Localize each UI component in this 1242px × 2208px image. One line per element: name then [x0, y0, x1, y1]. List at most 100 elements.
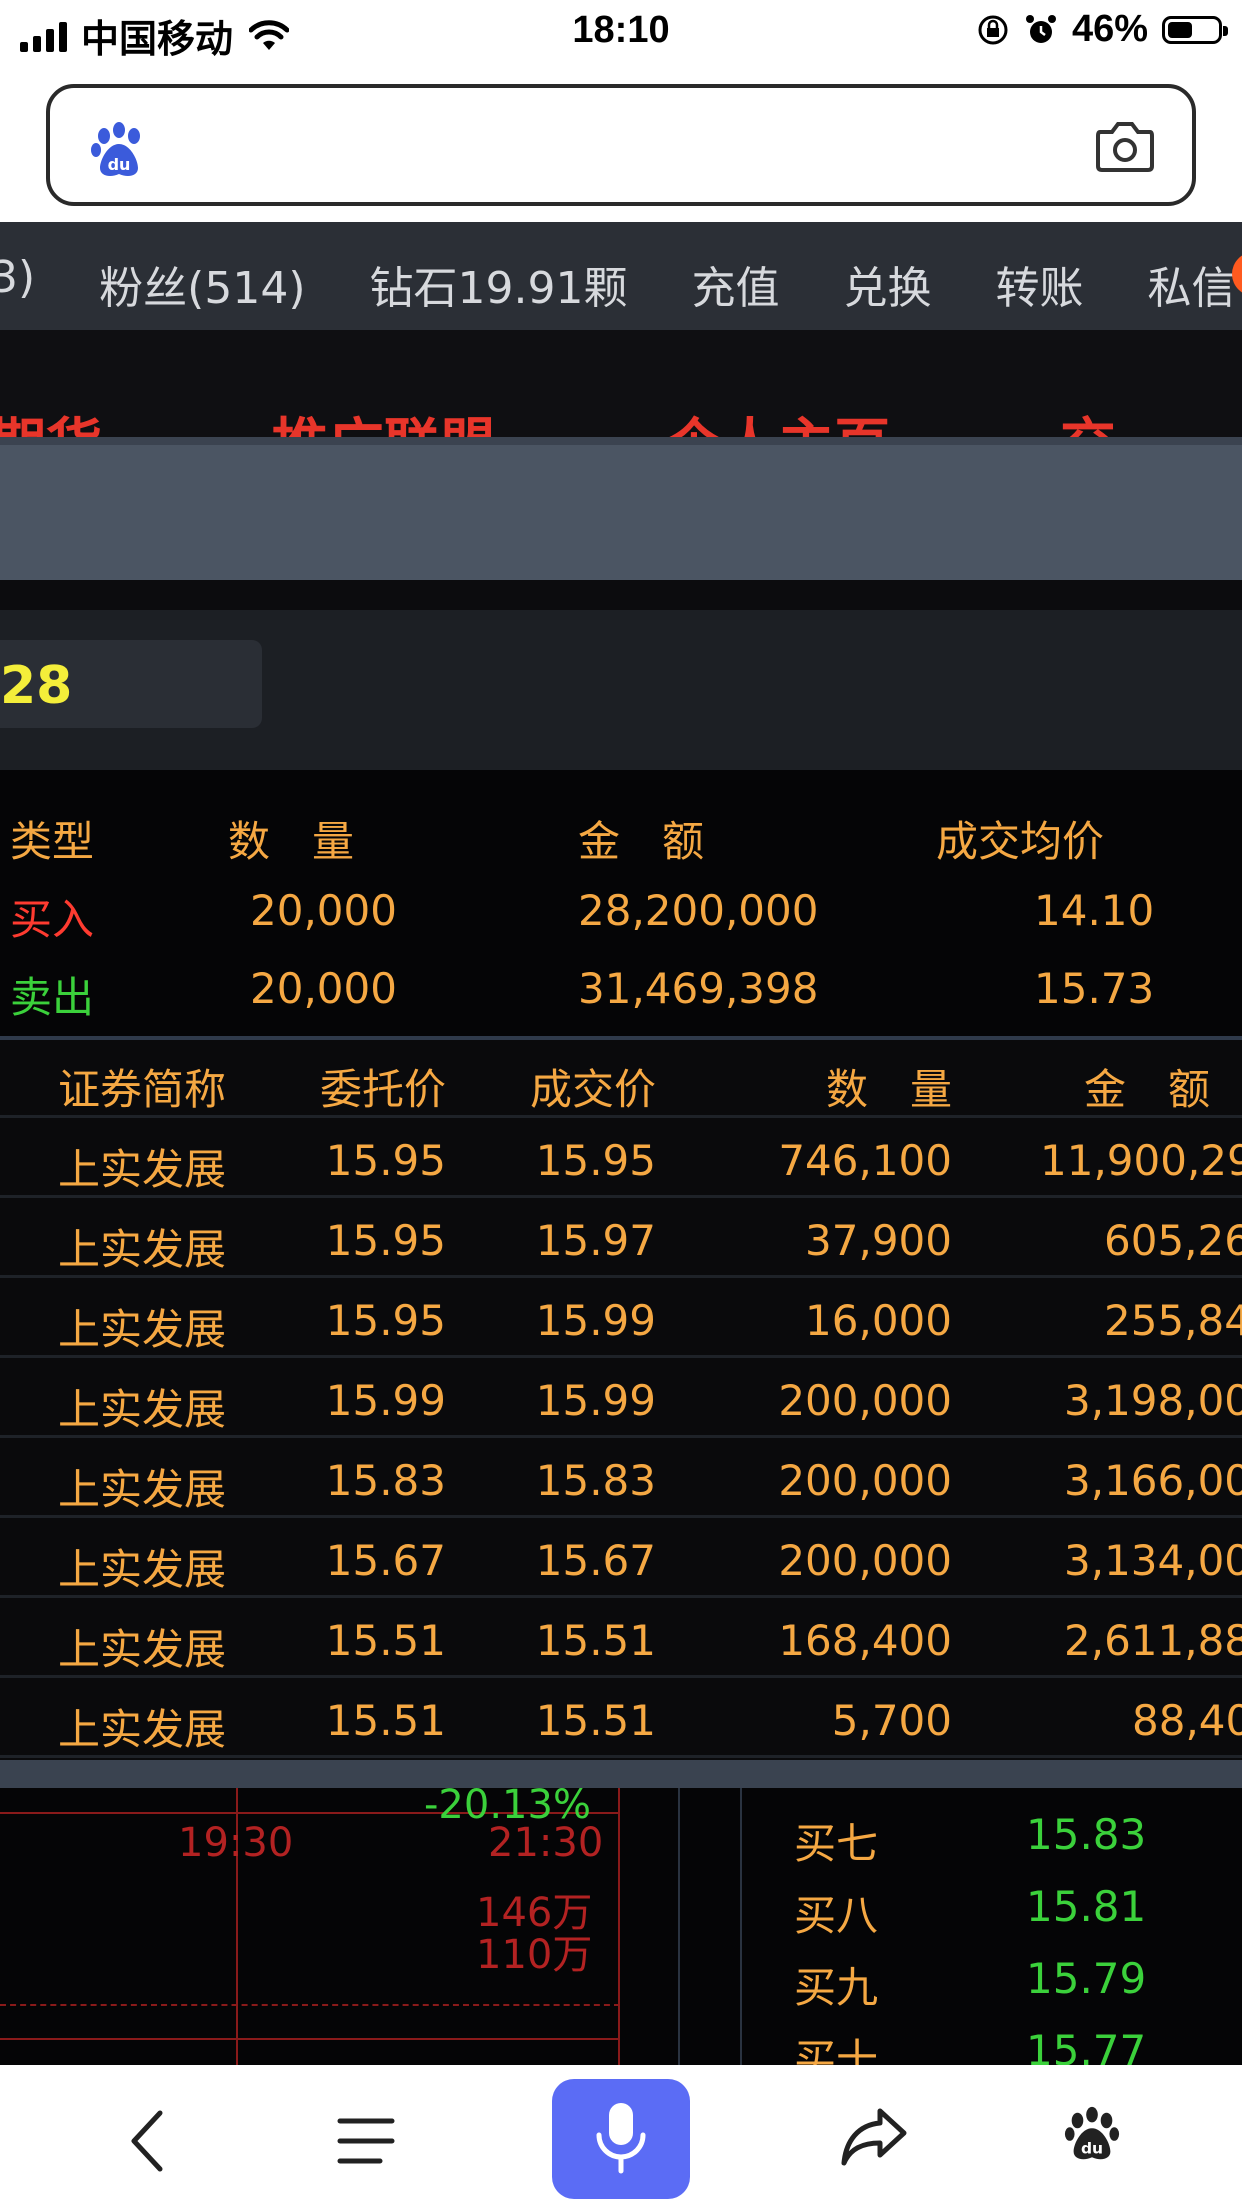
rotation-lock-icon: [978, 15, 1008, 44]
cell-qty: 16,000: [805, 1296, 952, 1345]
status-bar: 中国移动 18:10 46%: [0, 0, 1242, 62]
table-row[interactable]: 上实发展 15.95 15.97 37,900 605,26: [0, 1200, 1242, 1278]
summary-avg: 14.10: [1034, 886, 1155, 935]
cell-deal-price: 15.67: [535, 1536, 656, 1585]
cell-amount: 88,40: [1132, 1696, 1242, 1745]
share-icon[interactable]: [840, 2105, 908, 2169]
cell-name: 上实发展: [58, 1545, 227, 1594]
cell-amount: 605,26: [1104, 1216, 1242, 1265]
cell-amount: 255,84: [1104, 1296, 1242, 1345]
back-icon[interactable]: [126, 2109, 170, 2173]
trade-summary: 类型 数 量 金 额 成交均价 买入 20,000 28,200,000 14.…: [0, 770, 1242, 1038]
order-book-price: 15.81: [1026, 1882, 1147, 1931]
market-chart-section: -20.13% 19:30 21:30 146万 110万 买七 15.83 买…: [0, 1760, 1242, 2065]
header-name: 证券简称: [58, 1065, 227, 1114]
battery-percent: 46%: [1071, 8, 1148, 50]
chart-time-end: 21:30: [488, 1820, 604, 1866]
chart-gridline: [0, 2038, 620, 2040]
voice-search-button[interactable]: [552, 2079, 690, 2199]
svg-text:du: du: [108, 155, 131, 174]
cell-qty: 200,000: [778, 1536, 952, 1585]
nav-item-exchange[interactable]: 兑换: [843, 252, 931, 316]
search-input[interactable]: du: [46, 84, 1196, 206]
cell-name: 上实发展: [58, 1465, 227, 1514]
nav-item-fans[interactable]: 粉丝(514): [99, 252, 305, 316]
section-affiliate[interactable]: 推广联盟: [272, 400, 496, 440]
nav-item-messages[interactable]: 私信: [1147, 252, 1235, 316]
status-right: 46%: [976, 8, 1228, 51]
table-header-row: 证券简称 委托价 成交价 数 量 金 额: [0, 1040, 1242, 1118]
cell-qty: 746,100: [778, 1136, 952, 1185]
cell-amount: 2,611,88: [1064, 1616, 1242, 1665]
table-row[interactable]: 上实发展 15.99 15.99 200,000 3,198,00: [0, 1360, 1242, 1438]
menu-icon[interactable]: [336, 2115, 396, 2167]
cell-qty: 5,700: [831, 1696, 952, 1745]
cell-name: 上实发展: [58, 1385, 227, 1434]
stock-code-panel: 28: [0, 610, 1242, 770]
nav-item-recharge[interactable]: 充值: [691, 252, 779, 316]
cell-deal-price: 15.97: [535, 1216, 656, 1265]
cell-deal-price: 15.83: [535, 1456, 656, 1505]
cell-name: 上实发展: [58, 1705, 227, 1754]
intraday-chart: -20.13% 19:30 21:30 146万 110万: [0, 1782, 742, 2065]
mic-icon: [596, 2103, 646, 2174]
overlay-header-band: [0, 437, 1242, 580]
order-book-label: 买十: [794, 2035, 879, 2065]
table-row[interactable]: 上实发展 15.51 15.51 168,400 2,611,88: [0, 1600, 1242, 1678]
order-book-price: 15.83: [1026, 1810, 1147, 1859]
stock-code-text: 28: [0, 656, 73, 716]
cell-deal-price: 15.95: [535, 1136, 656, 1185]
cell-name: 上实发展: [58, 1225, 227, 1274]
chart-volume-low: 110万: [476, 1932, 593, 1978]
header-qty: 数 量: [825, 1065, 952, 1114]
cell-name: 上实发展: [58, 1145, 227, 1194]
chart-time-start: 19:30: [178, 1820, 294, 1866]
summary-avg: 15.73: [1034, 964, 1155, 1013]
baidu-paw-icon: du: [91, 122, 140, 176]
cell-qty: 200,000: [778, 1376, 952, 1425]
browser-toolbar: du: [0, 2065, 1242, 2208]
table-row[interactable]: 上实发展 15.67 15.67 200,000 3,134,00: [0, 1520, 1242, 1598]
order-book-price: 15.79: [1026, 1954, 1147, 2003]
section-divider: [0, 1760, 1242, 1788]
summary-row-buy: 买入 20,000 28,200,000 14.10: [0, 886, 1242, 956]
chart-gridline: [0, 2004, 620, 2006]
browser-bar: du: [0, 62, 1242, 222]
cell-order-price: 15.95: [325, 1216, 446, 1265]
cell-order-price: 15.51: [325, 1616, 446, 1665]
nav-item-diamonds[interactable]: 钻石19.91颗: [370, 252, 628, 316]
baidu-home-icon[interactable]: du: [1062, 2103, 1122, 2167]
cell-name: 上实发展: [58, 1625, 227, 1674]
header-amount: 金 额: [1084, 1065, 1211, 1114]
table-row[interactable]: 上实发展 15.51 15.51 5,700 88,40: [0, 1680, 1242, 1758]
header-order-price: 委托价: [319, 1065, 446, 1114]
section-profile[interactable]: 个人主页: [666, 400, 890, 440]
table-row[interactable]: 上实发展 15.95 15.95 746,100 11,900,29: [0, 1120, 1242, 1198]
section-futures[interactable]: 期货: [0, 400, 102, 440]
order-book-price: 15.77: [1026, 2026, 1147, 2065]
cell-name: 上实发展: [58, 1305, 227, 1354]
battery-icon: [1162, 15, 1228, 44]
summary-header-qty: 数 量: [228, 817, 355, 866]
cell-qty: 200,000: [778, 1456, 952, 1505]
order-book-label: 买九: [794, 1963, 879, 2012]
cell-amount: 3,166,00: [1064, 1456, 1242, 1505]
nav-item-fragment[interactable]: 3): [0, 252, 35, 316]
summary-header-type: 类型: [10, 817, 95, 866]
spacer: [0, 580, 1242, 610]
nav-item-transfer[interactable]: 转账: [995, 252, 1083, 316]
chart-separator: [740, 1788, 742, 2065]
summary-qty: 20,000: [250, 964, 397, 1013]
cell-deal-price: 15.99: [535, 1376, 656, 1425]
trade-detail-table: 证券简称 委托价 成交价 数 量 金 额 上实发展 15.95 15.95 74…: [0, 1040, 1242, 1760]
cell-qty: 168,400: [778, 1616, 952, 1665]
table-row[interactable]: 上实发展 15.83 15.83 200,000 3,166,00: [0, 1440, 1242, 1518]
camera-icon[interactable]: [1094, 118, 1156, 174]
summary-header-row: 类型 数 量 金 额 成交均价: [0, 808, 1242, 878]
svg-text:du: du: [1081, 2139, 1103, 2157]
cell-deal-price: 15.51: [535, 1696, 656, 1745]
cell-amount: 11,900,29: [1040, 1136, 1242, 1185]
section-nav: 期货 推广联盟 个人主页 交: [0, 330, 1242, 440]
table-row[interactable]: 上实发展 15.95 15.99 16,000 255,84: [0, 1280, 1242, 1358]
section-trading[interactable]: 交: [1060, 400, 1116, 440]
